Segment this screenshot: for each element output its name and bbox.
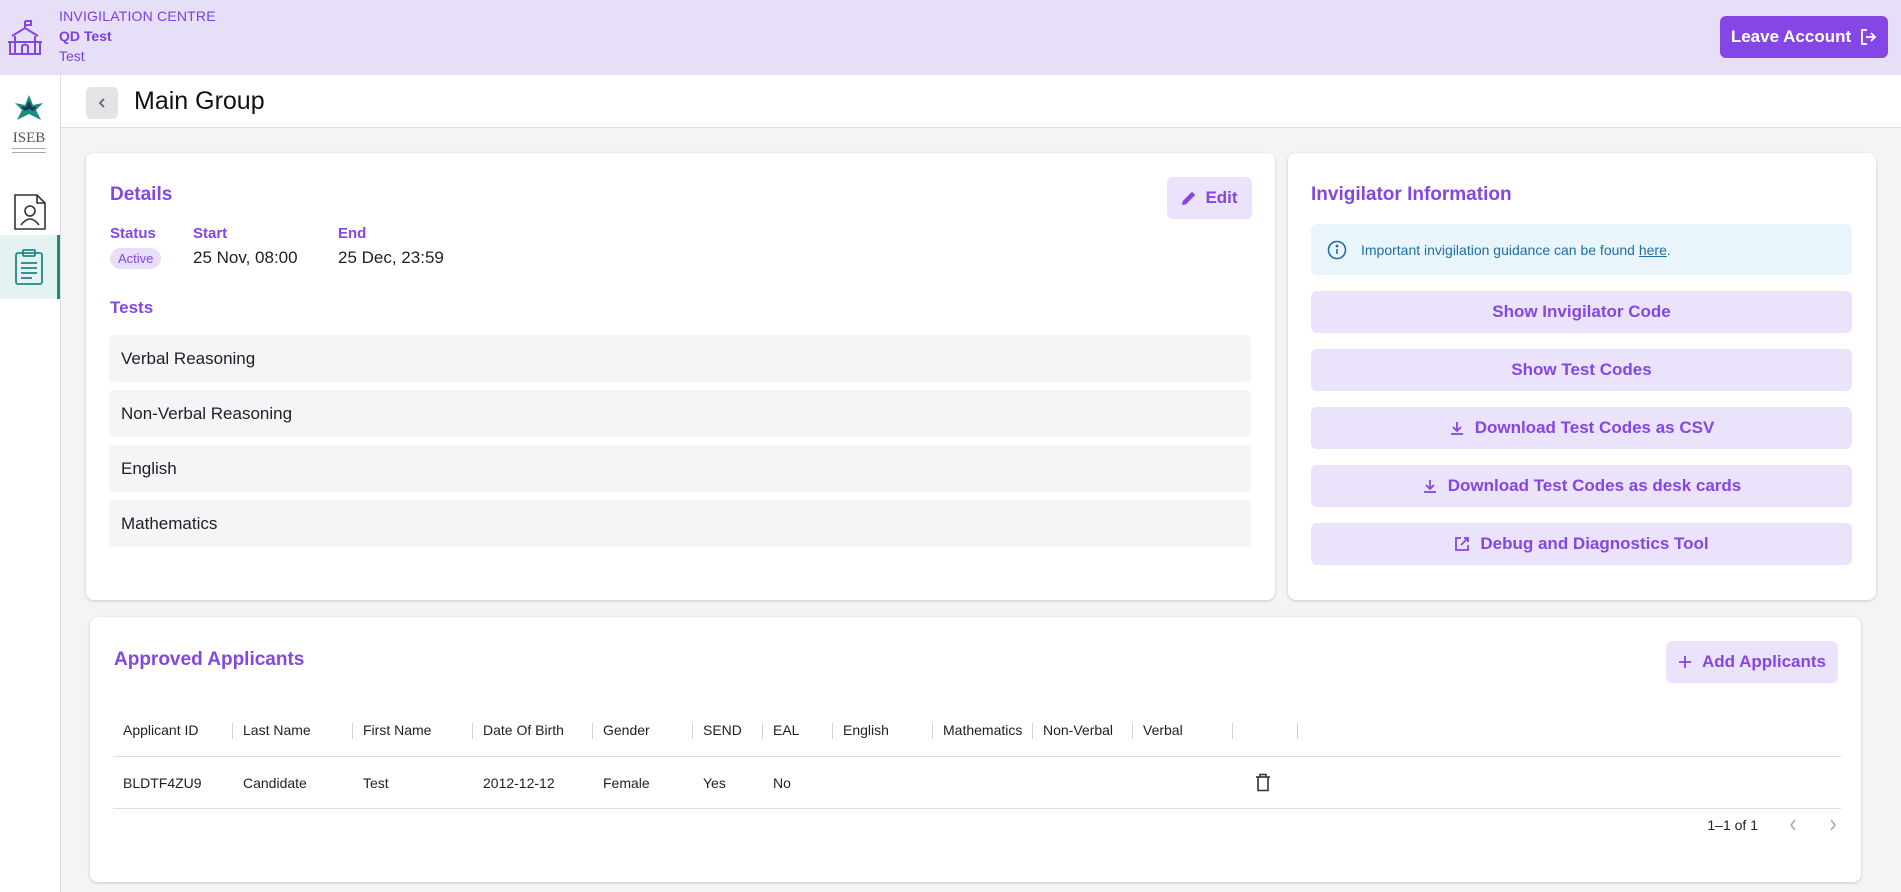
cell-send: Yes bbox=[703, 774, 726, 791]
edit-label: Edit bbox=[1205, 188, 1238, 207]
pagination-range: 1–1 of 1 bbox=[1707, 817, 1758, 833]
iseb-logo: ISEB bbox=[6, 93, 52, 153]
column-header[interactable]: First Name bbox=[353, 703, 473, 756]
download-icon bbox=[1450, 422, 1463, 435]
guidance-text: Important invigilation guidance can be f… bbox=[1361, 241, 1671, 258]
sidebar-item-groups[interactable] bbox=[0, 235, 60, 299]
button-label: Show Invigilator Code bbox=[1492, 302, 1671, 321]
leave-account-label: Leave Account bbox=[1730, 27, 1852, 46]
cell-eal: No bbox=[773, 774, 791, 791]
show-test-codes-button[interactable]: Show Test Codes bbox=[1311, 349, 1852, 391]
end-value: 25 Dec, 23:59 bbox=[338, 248, 444, 267]
cell-actions bbox=[1233, 757, 1298, 808]
centre-subtitle: Test bbox=[59, 48, 85, 64]
test-item: Non-Verbal Reasoning bbox=[109, 390, 1251, 437]
profile-document-icon bbox=[14, 194, 46, 230]
column-header[interactable]: SEND bbox=[693, 703, 763, 756]
top-bar: INVIGILATION CENTRE QD Test Test Leave A… bbox=[0, 0, 1901, 75]
centre-name: QD Test bbox=[59, 28, 112, 44]
column-header bbox=[1233, 703, 1298, 756]
chevron-left-icon bbox=[98, 98, 105, 108]
chevron-right-icon[interactable] bbox=[1828, 818, 1838, 832]
cell-first-name: Test bbox=[363, 774, 389, 791]
status-label: Status bbox=[110, 225, 156, 242]
logo-underline bbox=[12, 148, 46, 153]
column-header[interactable]: EAL bbox=[763, 703, 833, 756]
cell-dob: 2012-12-12 bbox=[483, 774, 555, 791]
guidance-link[interactable]: here bbox=[1639, 242, 1667, 258]
invigilator-title: Invigilator Information bbox=[1311, 184, 1512, 205]
cell-last-name: Candidate bbox=[243, 774, 307, 791]
back-button[interactable] bbox=[86, 87, 118, 119]
chevron-left-icon[interactable] bbox=[1788, 818, 1798, 832]
button-label: Download Test Codes as CSV bbox=[1474, 418, 1715, 437]
details-title: Details bbox=[110, 184, 173, 205]
sidebar: ISEB bbox=[0, 75, 61, 892]
column-header[interactable]: Date Of Birth bbox=[473, 703, 593, 756]
logo-text: ISEB bbox=[12, 130, 46, 146]
test-item: Verbal Reasoning bbox=[109, 335, 1251, 382]
page-header: Main Group bbox=[61, 75, 1901, 128]
status-field: Status Active bbox=[110, 225, 162, 269]
button-label: Download Test Codes as desk cards bbox=[1447, 476, 1742, 495]
applicants-table: Applicant ID Last Name First Name Date O… bbox=[113, 703, 1841, 809]
column-header bbox=[1298, 703, 1363, 756]
start-label: Start bbox=[193, 225, 228, 242]
cell-gender: Female bbox=[603, 774, 650, 791]
pagination: 1–1 of 1 bbox=[1707, 817, 1838, 833]
column-header[interactable]: Mathematics bbox=[933, 703, 1033, 756]
clipboard-icon bbox=[14, 249, 43, 285]
pencil-icon bbox=[1182, 191, 1196, 205]
status-badge: Active bbox=[110, 248, 162, 269]
logout-icon bbox=[1861, 29, 1877, 45]
download-desk-cards-button[interactable]: Download Test Codes as desk cards bbox=[1311, 465, 1852, 507]
trash-icon[interactable] bbox=[1255, 773, 1271, 792]
tests-label: Tests bbox=[110, 298, 154, 317]
applicants-title: Approved Applicants bbox=[114, 649, 305, 670]
column-header[interactable]: Applicant ID bbox=[113, 703, 233, 756]
add-applicants-label: Add Applicants bbox=[1701, 652, 1827, 671]
details-card: Details Edit Status Active Start 25 Nov,… bbox=[86, 153, 1275, 600]
button-label: Show Test Codes bbox=[1511, 360, 1652, 379]
add-applicants-button[interactable]: Add Applicants bbox=[1666, 641, 1838, 683]
external-link-icon bbox=[1455, 537, 1470, 551]
debug-tool-button[interactable]: Debug and Diagnostics Tool bbox=[1311, 523, 1852, 565]
leave-account-button[interactable]: Leave Account bbox=[1720, 16, 1888, 58]
column-header[interactable]: Gender bbox=[593, 703, 693, 756]
applicants-card: Approved Applicants Add Applicants Appli… bbox=[90, 617, 1861, 882]
download-icon bbox=[1423, 480, 1436, 493]
start-field: Start 25 Nov, 08:00 bbox=[193, 225, 298, 268]
invigilator-card: Invigilator Information Important invigi… bbox=[1288, 153, 1876, 600]
centre-label: INVIGILATION CENTRE bbox=[59, 8, 216, 24]
plus-icon bbox=[1678, 656, 1691, 668]
table-row: BLDTF4ZU9 Candidate Test 2012-12-12 Fema… bbox=[113, 757, 1841, 809]
edit-button[interactable]: Edit bbox=[1167, 177, 1252, 219]
school-building-icon bbox=[8, 20, 42, 55]
centre-info: INVIGILATION CENTRE QD Test Test bbox=[59, 6, 216, 66]
cell-applicant-id: BLDTF4ZU9 bbox=[123, 774, 202, 791]
end-field: End 25 Dec, 23:59 bbox=[338, 225, 444, 268]
guidance-info-box: Important invigilation guidance can be f… bbox=[1311, 224, 1852, 275]
column-header[interactable]: Non-Verbal bbox=[1033, 703, 1133, 756]
iseb-star-icon bbox=[15, 95, 43, 120]
column-header[interactable]: Verbal bbox=[1133, 703, 1233, 756]
info-icon bbox=[1327, 240, 1347, 259]
download-csv-button[interactable]: Download Test Codes as CSV bbox=[1311, 407, 1852, 449]
test-item: English bbox=[109, 445, 1251, 492]
end-label: End bbox=[338, 225, 367, 242]
column-header[interactable]: English bbox=[833, 703, 933, 756]
page-title: Main Group bbox=[134, 87, 265, 115]
test-item: Mathematics bbox=[109, 500, 1251, 547]
column-header[interactable]: Last Name bbox=[233, 703, 353, 756]
show-invigilator-code-button[interactable]: Show Invigilator Code bbox=[1311, 291, 1852, 333]
table-header-row: Applicant ID Last Name First Name Date O… bbox=[113, 703, 1841, 757]
button-label: Debug and Diagnostics Tool bbox=[1480, 534, 1709, 553]
start-value: 25 Nov, 08:00 bbox=[193, 248, 298, 267]
